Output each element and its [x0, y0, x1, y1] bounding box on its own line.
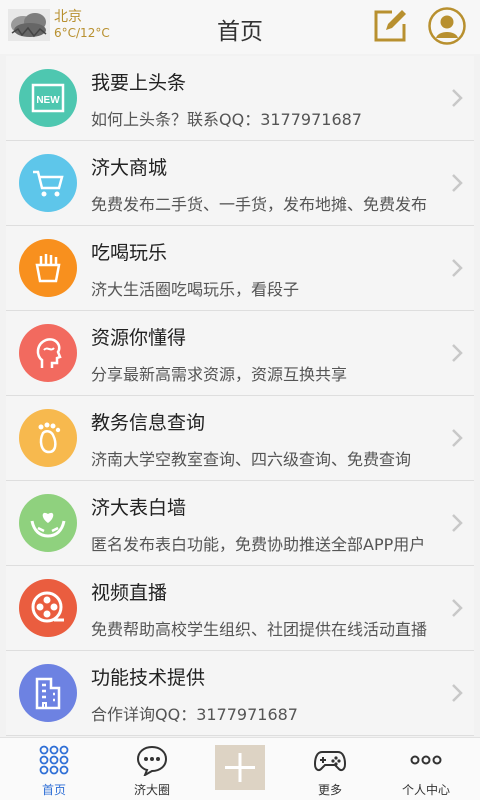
more-dots-icon — [410, 755, 442, 765]
item-title: 我要上头条 — [91, 72, 187, 94]
feature-list: NEW 我要上头条 如何上头条？联系QQ：3177971687 济大商城 免费发… — [6, 56, 474, 736]
tab-more[interactable]: 更多 — [282, 738, 378, 800]
grid-dots-icon — [39, 745, 69, 775]
list-item[interactable]: 视频直播 免费帮助高校学生组织、社团提供在线活动直播 — [6, 566, 474, 651]
chevron-right-icon — [452, 344, 463, 362]
page-title: 首页 — [217, 19, 263, 45]
item-description: 济南大学空教室查询、四六级查询、免费查询 — [91, 450, 412, 469]
list-item[interactable]: NEW 我要上头条 如何上头条？联系QQ：3177971687 — [6, 56, 474, 141]
item-description: 济大生活圈吃喝玩乐，看段子 — [91, 280, 300, 299]
user-avatar-icon[interactable] — [428, 7, 466, 45]
header: 北京 6°C/12°C 首页 — [0, 0, 480, 54]
list-item[interactable]: 济大商城 免费发布二手货、一手货，发布地摊、免费发布 — [6, 141, 474, 226]
tab-circle[interactable]: 济大圈 — [104, 738, 200, 800]
tab-label: 个人中心 — [401, 783, 450, 797]
head-profile-icon — [19, 324, 77, 382]
list-item[interactable]: 功能技术提供 合作详询QQ：3177971687 — [6, 651, 474, 736]
list-item[interactable]: 教务信息查询 济南大学空教室查询、四六级查询、免费查询 — [6, 396, 474, 481]
tab-profile[interactable]: 个人中心 — [378, 738, 474, 800]
chevron-right-icon — [452, 259, 463, 277]
list-item[interactable]: 吃喝玩乐 济大生活圈吃喝玩乐，看段子 — [6, 226, 474, 311]
item-description: 免费帮助高校学生组织、社团提供在线活动直播 — [91, 620, 428, 639]
chevron-right-icon — [452, 514, 463, 532]
fries-icon — [19, 239, 77, 297]
bottom-tab-bar: 首页 济大圈 更多 个人中心 — [0, 737, 480, 800]
item-description: 匿名发布表白功能，免费协助推送全部APP用户 — [91, 535, 426, 554]
item-description: 如何上头条？联系QQ：3177971687 — [91, 110, 362, 129]
heart-hand-icon — [19, 494, 77, 552]
item-title: 教务信息查询 — [91, 412, 206, 434]
gamepad-icon — [314, 751, 346, 772]
chevron-right-icon — [452, 429, 463, 447]
plus-icon — [225, 753, 255, 782]
chevron-right-icon — [452, 599, 463, 617]
chevron-right-icon — [452, 89, 463, 107]
building-icon — [19, 664, 77, 722]
chevron-right-icon — [452, 684, 463, 702]
tab-label: 济大圈 — [133, 783, 170, 797]
item-title: 济大表白墙 — [91, 497, 187, 519]
svg-text:NEW: NEW — [36, 95, 60, 106]
item-title: 吃喝玩乐 — [91, 242, 168, 264]
chevron-right-icon — [452, 174, 463, 192]
tab-home[interactable]: 首页 — [6, 738, 102, 800]
list-item[interactable]: 资源你懂得 分享最新高需求资源，资源互换共享 — [6, 311, 474, 396]
chat-bubble-icon — [136, 745, 168, 776]
item-description: 免费发布二手货、一手货，发布地摊、免费发布 — [91, 195, 428, 214]
item-title: 资源你懂得 — [91, 327, 187, 349]
item-description: 合作详询QQ：3177971687 — [91, 705, 298, 724]
tab-label: 首页 — [41, 783, 66, 797]
new-badge-icon: NEW — [19, 69, 77, 127]
add-post-button[interactable] — [215, 745, 265, 790]
item-title: 功能技术提供 — [91, 667, 206, 689]
shopping-cart-icon — [19, 154, 77, 212]
film-reel-icon — [19, 579, 77, 637]
compose-icon[interactable] — [372, 8, 408, 44]
item-title: 济大商城 — [91, 157, 168, 179]
list-item[interactable]: 济大表白墙 匿名发布表白功能，免费协助推送全部APP用户 — [6, 481, 474, 566]
item-title: 视频直播 — [91, 582, 168, 604]
footprint-icon — [19, 409, 77, 467]
item-description: 分享最新高需求资源，资源互换共享 — [91, 365, 348, 384]
tab-label: 更多 — [317, 783, 342, 797]
